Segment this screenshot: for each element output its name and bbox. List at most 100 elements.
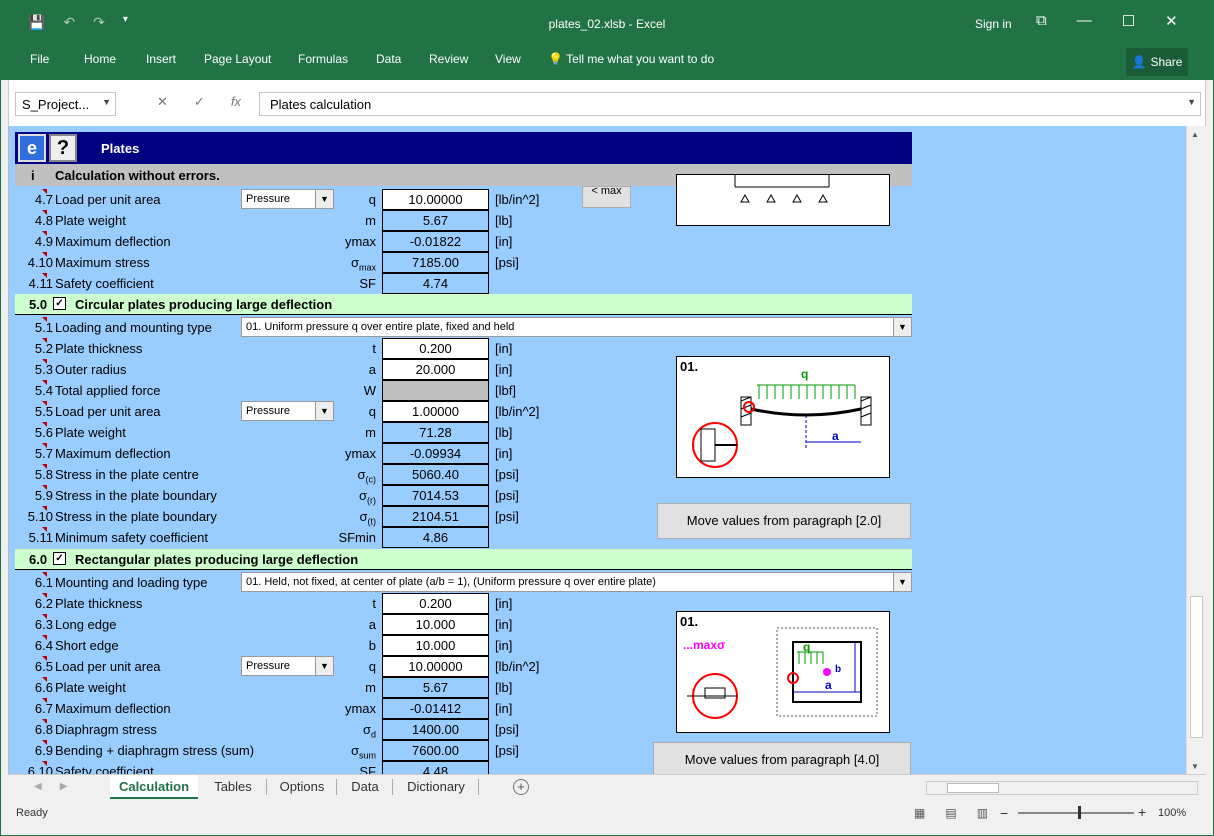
table-row: 4.9 Maximum deflection ymax -0.01822 [in] — [9, 231, 569, 252]
formula-bar: S_Project... ▼ ✕ ✓ fx Plates calculation ▼ — [8, 80, 1206, 126]
value-input[interactable]: 10.000 — [382, 635, 489, 656]
value-input[interactable]: 0.200 — [382, 338, 489, 359]
section-5-checkbox[interactable]: ✓ — [53, 297, 66, 310]
enter-icon[interactable]: ✓ — [194, 94, 205, 110]
function-icon[interactable]: fx — [231, 94, 241, 110]
row-label: Short edge — [55, 638, 119, 653]
tab-file[interactable]: File — [30, 52, 49, 66]
add-sheet-icon[interactable]: + — [513, 779, 529, 795]
move-values-2-button[interactable]: Move values from paragraph [2.0] — [657, 503, 911, 539]
symbol-sub: (c) — [365, 474, 377, 485]
normal-view-icon[interactable]: ▦ — [914, 806, 925, 820]
max-button-label: < max — [591, 185, 622, 197]
comment-indicator — [42, 635, 47, 640]
horizontal-scrollbar[interactable] — [926, 781, 1198, 795]
tab-view[interactable]: View — [495, 52, 521, 66]
window-title: plates_02.xlsb - Excel — [548, 17, 666, 31]
zoom-level[interactable]: 100% — [1158, 807, 1186, 819]
maximize-icon[interactable]: ☐ — [1122, 12, 1135, 30]
row-number: 5.6 — [34, 425, 53, 440]
row-symbol: q — [368, 404, 376, 419]
page-break-view-icon[interactable]: ▥ — [977, 806, 988, 820]
row-label: Maximum stress — [55, 255, 150, 270]
row-label: Maximum deflection — [55, 234, 171, 249]
section-6-checkbox[interactable]: ✓ — [53, 552, 66, 565]
sheet-tab-data[interactable]: Data — [338, 775, 392, 799]
row-number: 6.3 — [34, 617, 53, 632]
value-input[interactable]: 10.000 — [382, 614, 489, 635]
row-unit: [lb/in^2] — [495, 192, 540, 207]
symbol-main: σ — [358, 488, 367, 503]
sign-in-link[interactable]: Sign in — [975, 17, 1012, 31]
zoom-slider-knob[interactable] — [1078, 806, 1081, 819]
row-symbol: t — [372, 341, 376, 356]
value-cell: -0.01412 — [382, 698, 489, 719]
row-symbol: a — [368, 362, 376, 377]
value-input[interactable]: 0.200 — [382, 593, 489, 614]
help-icon[interactable]: ? — [49, 134, 77, 162]
chevron-down-icon[interactable]: ▼ — [893, 318, 911, 336]
table-row: 4.8 Plate weight m 5.67 [lb] — [9, 210, 569, 231]
table-row: 6.3 Long edge a 10.000 [in] — [9, 614, 569, 635]
tab-page-layout[interactable]: Page Layout — [204, 52, 271, 66]
mounting-type-dropdown[interactable]: 01. Held, not fixed, at center of plate … — [241, 572, 912, 592]
chevron-down-icon[interactable]: ▼ — [102, 97, 111, 107]
row-symbol: W — [363, 383, 376, 398]
tab-insert[interactable]: Insert — [146, 52, 176, 66]
value-cell: 1400.00 — [382, 719, 489, 740]
comment-indicator — [42, 698, 47, 703]
zoom-out-icon[interactable]: − — [1000, 805, 1008, 821]
value-input[interactable]: 10.00000 — [382, 189, 489, 210]
sheet-tab-dictionary[interactable]: Dictionary — [394, 775, 478, 799]
value-input[interactable]: 20.000 — [382, 359, 489, 380]
row-number: 5.2 — [34, 341, 53, 356]
row-unit: [lb] — [495, 680, 513, 695]
row-symbol: σ(c) — [306, 467, 376, 485]
row-unit: [lb/in^2] — [495, 659, 540, 674]
tab-review[interactable]: Review — [429, 52, 468, 66]
tab-formulas[interactable]: Formulas — [298, 52, 348, 66]
max-button[interactable]: < max — [582, 186, 631, 208]
value-cell: 2104.51 — [382, 506, 489, 527]
internet-explorer-icon[interactable]: e — [18, 134, 46, 162]
worksheet[interactable]: e ? Plates i Calculation without errors.… — [8, 126, 1186, 774]
row-label: Stress in the plate boundary — [55, 509, 217, 524]
row-unit: [in] — [495, 446, 513, 461]
scroll-down-icon[interactable]: ▼ — [1191, 762, 1199, 771]
symbol-main: σ — [359, 509, 368, 524]
chevron-down-icon[interactable]: ▼ — [893, 573, 911, 591]
zoom-in-icon[interactable]: + — [1138, 804, 1146, 820]
scroll-up-icon[interactable]: ▲ — [1191, 130, 1199, 139]
value-input[interactable]: 10.00000 — [382, 656, 489, 677]
expand-formula-icon[interactable]: ▼ — [1187, 97, 1196, 107]
diagram-a-label: a — [832, 429, 839, 443]
lightbulb-icon: 💡 — [548, 52, 563, 66]
close-icon[interactable]: ✕ — [1165, 12, 1178, 30]
name-box[interactable]: S_Project... ▼ — [15, 92, 116, 116]
value-cell — [382, 380, 489, 401]
hscroll-thumb[interactable] — [947, 783, 999, 793]
tab-nav-icons[interactable]: ◀▶ — [34, 781, 85, 792]
sheet-tab-options[interactable]: Options — [268, 775, 336, 799]
loading-type-dropdown[interactable]: 01. Uniform pressure q over entire plate… — [241, 317, 912, 337]
row-symbol: a — [368, 617, 376, 632]
scroll-thumb[interactable] — [1190, 596, 1203, 738]
tell-me-search[interactable]: 💡 Tell me what you want to do — [548, 52, 714, 66]
row-label: Stress in the plate boundary — [55, 488, 217, 503]
minimize-icon[interactable]: — — [1077, 12, 1092, 30]
formula-actions: ✕ ✓ fx — [157, 94, 241, 110]
page-layout-view-icon[interactable]: ▤ — [945, 806, 956, 820]
row-number: 4.9 — [34, 234, 53, 249]
tab-data[interactable]: Data — [376, 52, 401, 66]
move-values-4-button[interactable]: Move values from paragraph [4.0] — [653, 742, 911, 774]
vertical-scrollbar[interactable]: ▲ ▼ — [1186, 126, 1206, 774]
sheet-tab-tables[interactable]: Tables — [200, 775, 266, 799]
zoom-slider[interactable] — [1018, 812, 1134, 814]
sheet-tab-calculation[interactable]: Calculation — [110, 775, 198, 799]
share-button[interactable]: 👤 Share — [1126, 48, 1188, 76]
tab-home[interactable]: Home — [84, 52, 116, 66]
value-input[interactable]: 1.00000 — [382, 401, 489, 422]
formula-input[interactable]: Plates calculation ▼ — [259, 92, 1201, 116]
ribbon-display-icon[interactable]: ⧉ — [1036, 12, 1047, 30]
cancel-icon[interactable]: ✕ — [157, 94, 168, 110]
